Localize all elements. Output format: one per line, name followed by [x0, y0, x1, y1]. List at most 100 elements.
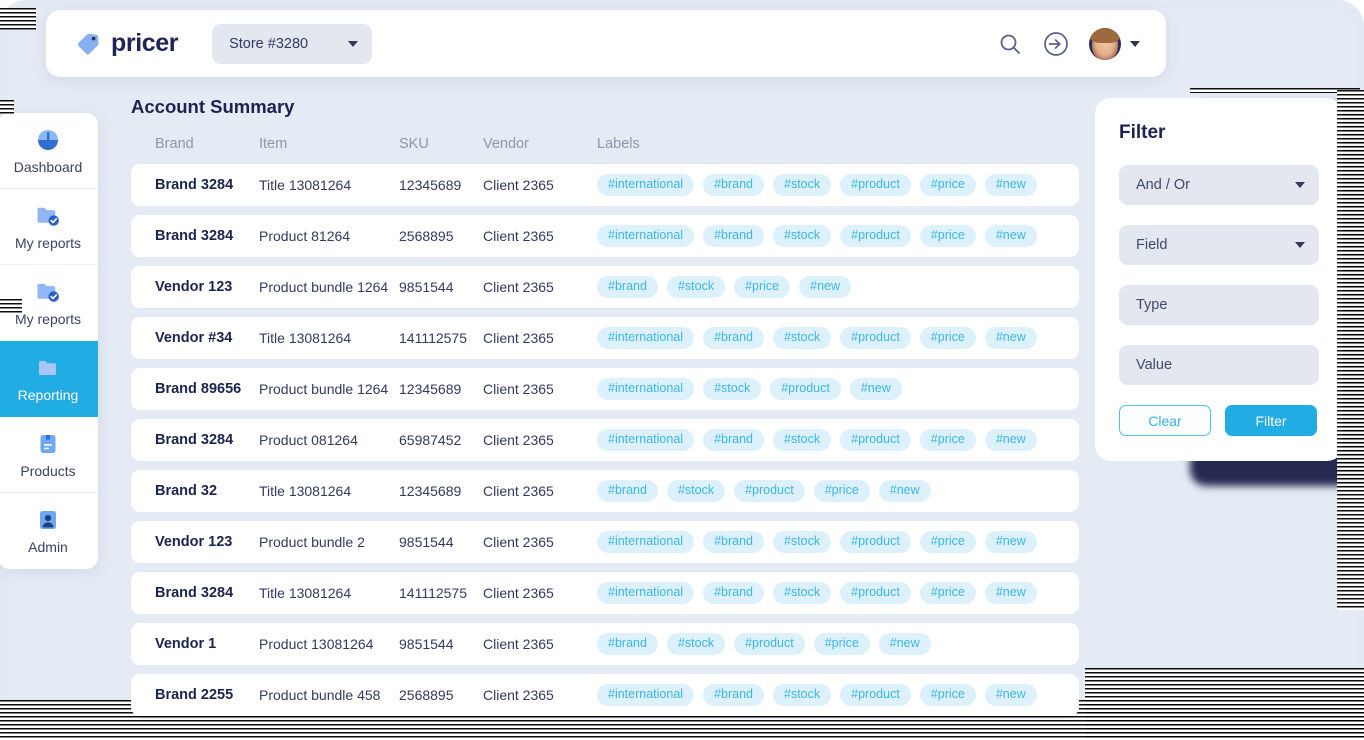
label-tag[interactable]: #price	[919, 684, 976, 706]
label-tag[interactable]: #price	[919, 582, 976, 604]
label-tag[interactable]: #brand	[597, 633, 658, 655]
table-row[interactable]: Vendor 123 Product bundle 1264 9851544 Clie…	[131, 266, 1079, 308]
label-tag[interactable]: #new	[984, 429, 1037, 451]
label-tag[interactable]: #brand	[703, 531, 764, 553]
sidebar-item-reporting[interactable]: Reporting	[0, 341, 98, 417]
label-tag[interactable]: #new	[984, 582, 1037, 604]
label-tag[interactable]: #international	[597, 582, 695, 604]
chevron-down-icon	[1130, 40, 1140, 47]
store-selector[interactable]: Store #3280	[212, 23, 373, 64]
label-tag[interactable]: #stock	[773, 684, 832, 706]
label-tag[interactable]: #brand	[703, 582, 764, 604]
label-tag[interactable]: #stock	[666, 480, 726, 502]
label-tag[interactable]: #price	[813, 633, 870, 655]
label-tag[interactable]: #product	[840, 174, 911, 196]
label-tag[interactable]: #product	[734, 633, 805, 655]
table-row[interactable]: Brand 2255 Product bundle 458 2568895 Clien…	[131, 674, 1079, 716]
label-tag[interactable]: #international	[597, 429, 695, 451]
brand-logo[interactable]: pricer	[76, 29, 178, 58]
label-tag[interactable]: #new	[878, 633, 931, 655]
cell-item: Product bundle 458	[259, 687, 381, 703]
label-tag[interactable]: #international	[597, 531, 695, 553]
label-tag[interactable]: #product	[840, 582, 911, 604]
label-tag[interactable]: #product	[840, 429, 911, 451]
label-tag[interactable]: #stock	[773, 327, 832, 349]
label-tag[interactable]: #brand	[703, 429, 764, 451]
label-tag[interactable]: #international	[597, 378, 695, 400]
table-row[interactable]: Brand 3284 Product 081264 65987452 Client 2…	[131, 419, 1079, 461]
table-row[interactable]: Vendor 123 Product bundle 2 9851544 Client …	[131, 521, 1079, 563]
cell-labels: #international #brand #stock #product #price…	[597, 582, 1079, 604]
arrow-into-circle-icon[interactable]	[1043, 31, 1069, 57]
cell-labels: #international #brand #stock #product #price…	[597, 174, 1079, 196]
gauge-icon	[35, 127, 61, 153]
label-tag[interactable]: #brand	[703, 684, 764, 706]
label-tag[interactable]: #new	[849, 378, 902, 400]
label-tag[interactable]: #new	[984, 327, 1037, 349]
cell-sku: 12345689	[399, 483, 462, 499]
label-tag[interactable]: #brand	[703, 225, 764, 247]
label-tag[interactable]: #new	[984, 684, 1037, 706]
label-tag[interactable]: #price	[919, 225, 976, 247]
sidebar-item-admin[interactable]: Admin	[0, 493, 98, 569]
table-row[interactable]: Brand 3284 Title 13081264 141112575 Client …	[131, 572, 1079, 614]
table-row[interactable]: Brand 32 Title 13081264 12345689 Client 236…	[131, 470, 1079, 512]
filter-field-value[interactable]: Value	[1119, 345, 1319, 385]
label-tag[interactable]: #new	[878, 480, 931, 502]
sidebar-item-dashboard[interactable]: Dashboard	[0, 113, 98, 189]
label-tag[interactable]: #stock	[703, 378, 762, 400]
table-row[interactable]: Brand 3284 Title 13081264 12345689 Client 2…	[131, 164, 1079, 206]
filter-field-field[interactable]: Field	[1119, 225, 1319, 265]
sidebar-item-my-reports-2[interactable]: My reports	[0, 265, 98, 341]
table-row[interactable]: Brand 3284 Product 81264 2568895 Client 236…	[131, 215, 1079, 257]
label-tag[interactable]: #price	[919, 531, 976, 553]
label-tag[interactable]: #new	[984, 531, 1037, 553]
label-tag[interactable]: #product	[840, 225, 911, 247]
folder-icon	[35, 355, 61, 381]
cell-sku: 2568895	[399, 228, 454, 244]
label-tag[interactable]: #new	[984, 225, 1037, 247]
cell-sku: 141112575	[399, 585, 467, 601]
user-menu[interactable]	[1089, 27, 1140, 60]
sidebar-item-my-reports-1[interactable]: My reports	[0, 189, 98, 265]
filter-field-type[interactable]: Type	[1119, 285, 1319, 325]
label-tag[interactable]: #price	[813, 480, 870, 502]
label-tag[interactable]: #stock	[666, 633, 726, 655]
label-tag[interactable]: #stock	[773, 225, 832, 247]
label-tag[interactable]: #stock	[773, 531, 832, 553]
label-tag[interactable]: #brand	[703, 174, 764, 196]
label-tag[interactable]: #brand	[597, 276, 658, 298]
label-tag[interactable]: #price	[734, 276, 791, 298]
label-tag[interactable]: #product	[840, 327, 911, 349]
label-tag[interactable]: #product	[734, 480, 805, 502]
sidebar-item-label: My reports	[14, 310, 82, 327]
label-tag[interactable]: #brand	[703, 327, 764, 349]
filter-button[interactable]: Filter	[1225, 405, 1317, 436]
table-row[interactable]: Vendor #34 Title 13081264 141112575 Client …	[131, 317, 1079, 359]
table-row[interactable]: Brand 89656 Product bundle 1264 12345689 Cl…	[131, 368, 1079, 410]
filter-field-and-or[interactable]: And / Or	[1119, 165, 1319, 205]
label-tag[interactable]: #stock	[666, 276, 726, 298]
label-tag[interactable]: #price	[919, 327, 976, 349]
label-tag[interactable]: #stock	[773, 582, 832, 604]
label-tag[interactable]: #product	[840, 531, 911, 553]
label-tag[interactable]: #international	[597, 684, 695, 706]
label-tag[interactable]: #price	[919, 174, 976, 196]
clear-button[interactable]: Clear	[1119, 405, 1211, 436]
label-tag[interactable]: #new	[984, 174, 1037, 196]
label-tag[interactable]: #price	[919, 429, 976, 451]
label-tag[interactable]: #stock	[773, 174, 832, 196]
sidebar-item-products[interactable]: Products	[0, 417, 98, 493]
label-tag[interactable]: #new	[799, 276, 852, 298]
label-tag[interactable]: #stock	[773, 429, 832, 451]
label-tag[interactable]: #brand	[597, 480, 658, 502]
cell-vendor: Client 2365	[483, 279, 554, 295]
label-tag[interactable]: #product	[770, 378, 841, 400]
search-icon[interactable]	[997, 31, 1023, 57]
label-tag[interactable]: #international	[597, 174, 695, 196]
table-row[interactable]: Vendor 1 Product 13081264 9851544 Client 23…	[131, 623, 1079, 665]
label-tag[interactable]: #product	[840, 684, 911, 706]
label-tag[interactable]: #international	[597, 225, 695, 247]
sidebar: Dashboard My reports My reports Reportin…	[0, 113, 98, 569]
label-tag[interactable]: #international	[597, 327, 695, 349]
